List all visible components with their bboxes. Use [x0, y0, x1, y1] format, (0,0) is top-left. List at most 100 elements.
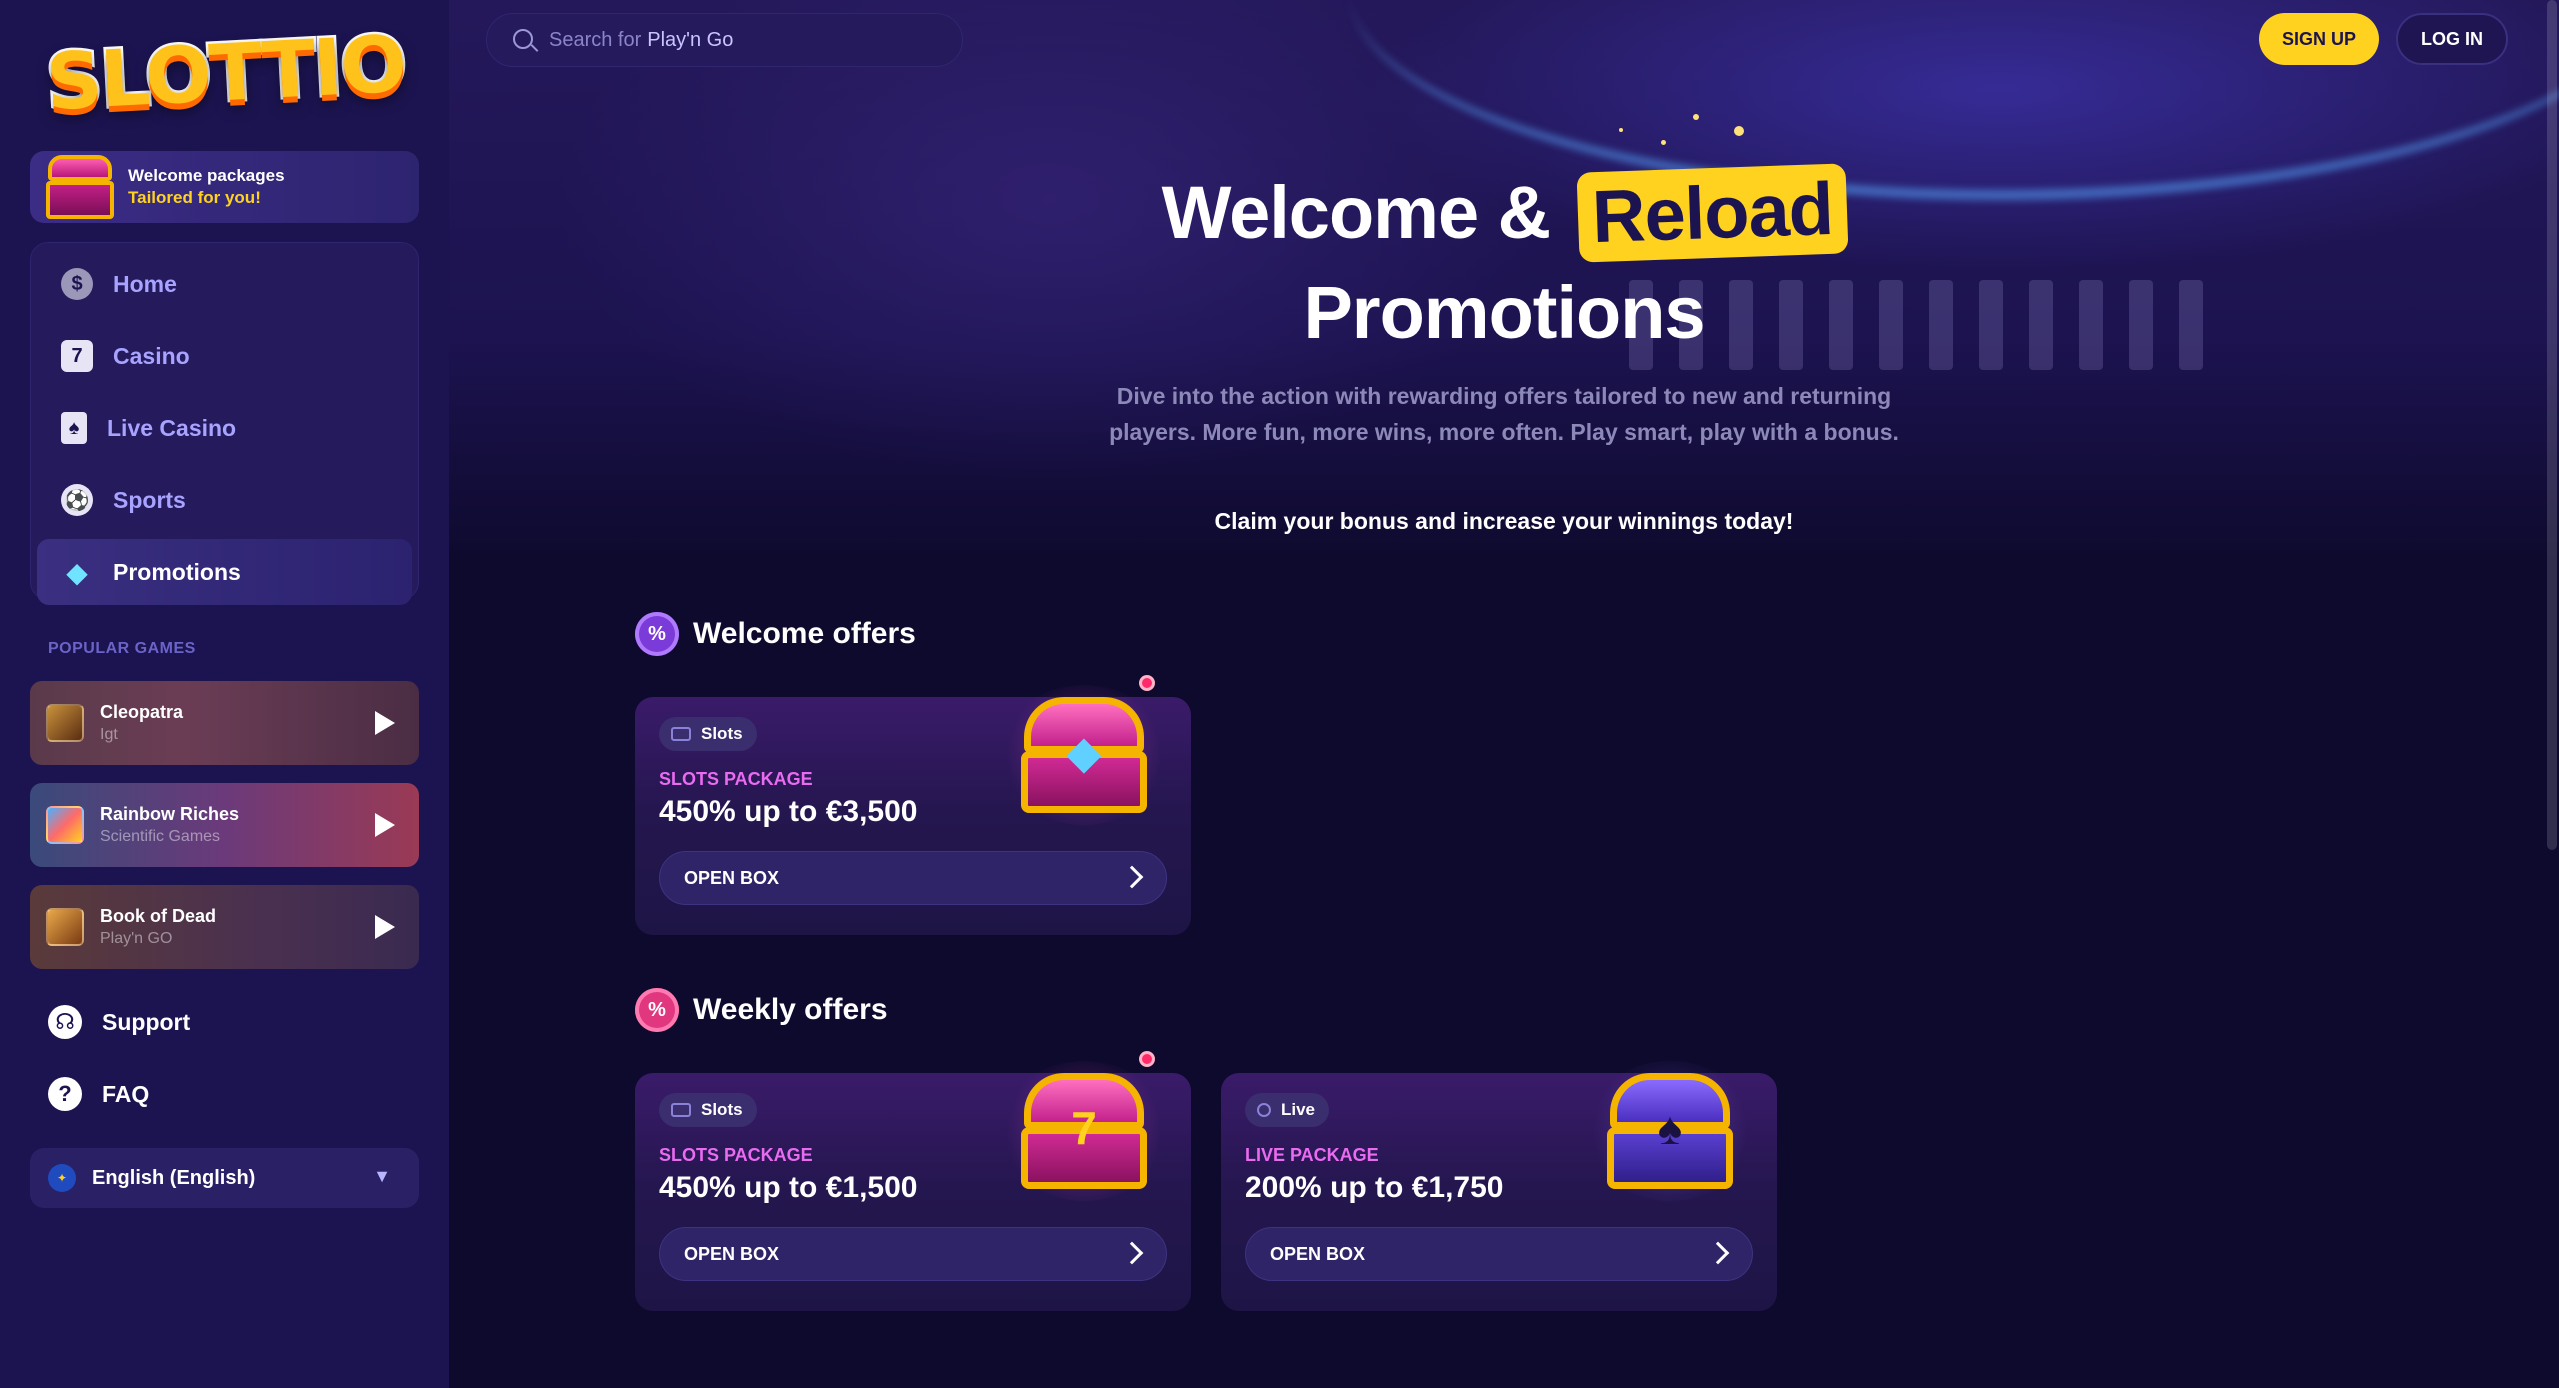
- offer-tag-label: Live: [1281, 1100, 1316, 1119]
- sparkle-decoration: [1661, 140, 1666, 145]
- slot-seven-icon: 7: [61, 340, 93, 372]
- game-thumbnail: [46, 806, 84, 844]
- weekly-offers-heading: % Weekly offers: [635, 988, 888, 1032]
- diamond-icon: ◆: [66, 556, 88, 588]
- play-icon[interactable]: [375, 915, 395, 939]
- open-box-label: OPEN BOX: [1270, 1243, 1366, 1264]
- hero-title-part1: Welcome &: [1161, 171, 1552, 254]
- offer-headline: 450% up to €3,500: [659, 795, 918, 828]
- brand-logo[interactable]: SLOTTIO: [41, 17, 409, 131]
- slots-icon: [671, 727, 691, 741]
- search-input[interactable]: Search for Play'n Go: [486, 13, 963, 67]
- headset-icon: ☊: [48, 1005, 82, 1039]
- chevron-right-icon: [1120, 865, 1144, 889]
- soccer-ball-icon: ⚽: [61, 484, 93, 516]
- sign-up-button[interactable]: SIGN UP: [2259, 13, 2379, 65]
- section-title: Welcome offers: [693, 617, 916, 650]
- dollar-coin-icon: $: [61, 268, 93, 300]
- nav-item-label: Casino: [113, 342, 190, 369]
- offer-card: Live LIVE PACKAGE 200% up to €1,750 OPEN…: [1221, 1061, 1777, 1311]
- playing-card-icon: ♠: [61, 412, 87, 444]
- game-card-rainbow-riches[interactable]: Rainbow Riches Scientific Games: [30, 783, 419, 867]
- language-select[interactable]: ✦ English (English) ▼: [30, 1148, 419, 1208]
- sidebar: SLOTTIO Welcome packages Tailored for yo…: [0, 0, 449, 1388]
- hero-description: Dive into the action with rewarding offe…: [1109, 383, 1899, 445]
- nav-item-label: Sports: [113, 486, 186, 513]
- game-thumbnail: [46, 908, 84, 946]
- game-name: Book of Dead: [100, 906, 217, 926]
- welcome-banner-title: Welcome packages: [128, 166, 285, 185]
- main-content: Search for Play'n Go SIGN UP LOG IN Welc…: [449, 0, 2559, 1388]
- question-icon: ?: [48, 1077, 82, 1111]
- offer-tag: Slots: [659, 717, 757, 751]
- hero-title-highlight: Reload: [1576, 163, 1848, 263]
- treasure-chest-icon: [40, 151, 120, 223]
- chevron-down-icon: ▼: [373, 1166, 391, 1186]
- offer-card: Slots SLOTS PACKAGE 450% up to €3,500 OP…: [635, 675, 1191, 935]
- welcome-banner-subtitle: Tailored for you!: [128, 188, 261, 207]
- game-name: Rainbow Riches: [100, 804, 240, 824]
- scrollbar[interactable]: [2547, 0, 2557, 850]
- play-icon[interactable]: [375, 711, 395, 735]
- sparkle-decoration: [1619, 128, 1623, 132]
- chevron-right-icon: [1706, 1241, 1730, 1265]
- game-provider: Scientific Games: [100, 828, 221, 845]
- nav-item-sports[interactable]: ⚽ Sports: [37, 467, 412, 533]
- live-icon: [1257, 1103, 1271, 1117]
- hero-title-line1: Welcome & Reload: [449, 163, 2559, 263]
- treasure-chest-seven-icon: 7: [999, 1051, 1169, 1201]
- welcome-offers-heading: % Welcome offers: [635, 612, 916, 656]
- main-nav: $ Home 7 Casino ♠ Live Casino ⚽ Sports ◆…: [30, 242, 419, 605]
- game-name: Cleopatra: [100, 702, 184, 722]
- nav-item-promotions[interactable]: ◆ Promotions: [37, 539, 412, 605]
- nav-item-live-casino[interactable]: ♠ Live Casino: [37, 395, 412, 461]
- open-box-label: OPEN BOX: [684, 867, 780, 888]
- sparkle-decoration: [1734, 126, 1744, 136]
- hero-title-line2: Promotions: [1303, 271, 1705, 354]
- treasure-chest-spade-icon: ♠: [1585, 1051, 1755, 1201]
- nav-item-home[interactable]: $ Home: [37, 251, 412, 317]
- welcome-packages-banner[interactable]: Welcome packages Tailored for you!: [30, 151, 419, 223]
- percent-badge-icon: %: [635, 988, 679, 1032]
- support-label: Support: [102, 1008, 191, 1035]
- nav-item-label: Live Casino: [107, 414, 237, 441]
- game-provider: Igt: [100, 726, 118, 743]
- nav-item-label: Home: [113, 270, 177, 297]
- open-box-button[interactable]: OPEN BOX: [659, 1227, 1167, 1281]
- offer-kicker: SLOTS PACKAGE: [659, 1145, 813, 1165]
- open-box-button[interactable]: OPEN BOX: [659, 851, 1167, 905]
- logo-text: SLOTTIO: [41, 17, 409, 131]
- log-in-button[interactable]: LOG IN: [2396, 13, 2508, 65]
- nav-item-casino[interactable]: 7 Casino: [37, 323, 412, 389]
- offer-headline: 200% up to €1,750: [1245, 1171, 1504, 1204]
- nav-item-label: Promotions: [113, 558, 241, 585]
- treasure-chest-gem-icon: ◆: [999, 675, 1169, 825]
- faq-link[interactable]: ? FAQ: [48, 1077, 149, 1111]
- popular-games-heading: POPULAR GAMES: [48, 640, 196, 657]
- slots-icon: [671, 1103, 691, 1117]
- offer-tag-label: Slots: [701, 724, 743, 743]
- game-card-book-of-dead[interactable]: Book of Dead Play'n GO: [30, 885, 419, 969]
- search-placeholder-highlight: Play'n Go: [647, 28, 734, 51]
- offer-tag: Live: [1245, 1093, 1330, 1127]
- open-box-label: OPEN BOX: [684, 1243, 780, 1264]
- faq-label: FAQ: [102, 1080, 150, 1107]
- language-label: English (English): [92, 1166, 256, 1189]
- offer-headline: 450% up to €1,500: [659, 1171, 918, 1204]
- offer-tag-label: Slots: [701, 1100, 743, 1119]
- eu-flag-icon: ✦: [48, 1164, 76, 1192]
- game-provider: Play'n GO: [100, 930, 173, 947]
- game-card-cleopatra[interactable]: Cleopatra Igt: [30, 681, 419, 765]
- section-title: Weekly offers: [693, 993, 888, 1026]
- offer-kicker: LIVE PACKAGE: [1245, 1145, 1379, 1165]
- chevron-right-icon: [1120, 1241, 1144, 1265]
- offer-card: Slots SLOTS PACKAGE 450% up to €1,500 OP…: [635, 1051, 1191, 1311]
- search-icon: [513, 29, 533, 49]
- open-box-button[interactable]: OPEN BOX: [1245, 1227, 1753, 1281]
- offer-kicker: SLOTS PACKAGE: [659, 769, 813, 789]
- offer-tag: Slots: [659, 1093, 757, 1127]
- percent-badge-icon: %: [635, 612, 679, 656]
- play-icon[interactable]: [375, 813, 395, 837]
- support-link[interactable]: ☊ Support: [48, 1005, 190, 1039]
- search-placeholder-prefix: Search for: [549, 28, 642, 51]
